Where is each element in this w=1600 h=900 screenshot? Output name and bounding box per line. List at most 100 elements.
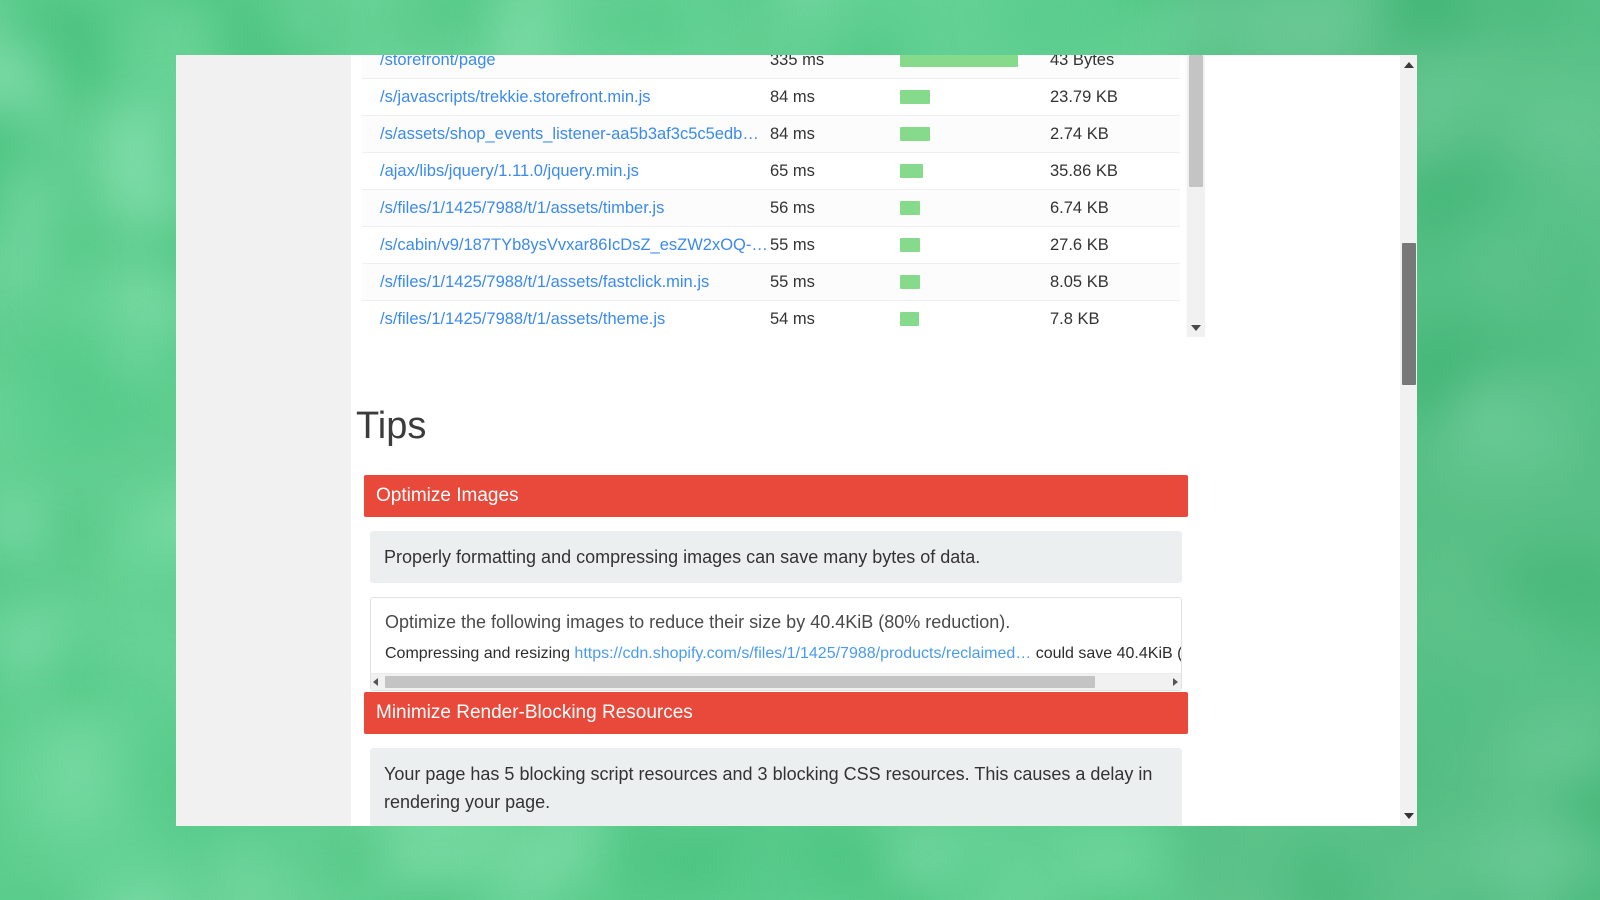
resource-duration-bar: [900, 201, 920, 215]
resource-url-link[interactable]: /storefront/page: [380, 55, 496, 70]
resource-size-cell: 35.86 KB: [1050, 152, 1180, 190]
background-tile: [948, 836, 1004, 900]
resource-size-cell: 8.05 KB: [1050, 263, 1180, 301]
tip-detail-suffix: could save 40.4KiB (80: [1035, 645, 1182, 662]
resource-url-link[interactable]: /s/files/1/1425/7988/t/1/assets/timber.j…: [380, 199, 664, 218]
resource-url-cell: /storefront/page: [362, 55, 770, 79]
background-tile: [220, 836, 271, 900]
resource-size-value: 23.79 KB: [1050, 88, 1118, 106]
background-tile: [388, 836, 481, 900]
resource-size-value: 7.8 KB: [1050, 310, 1100, 328]
background-tile: [1060, 892, 1188, 900]
window-scrollbar-thumb[interactable]: [1402, 243, 1416, 385]
resource-table-scrollbar[interactable]: [1186, 55, 1205, 337]
resource-url-cell: /s/files/1/1425/7988/t/1/assets/timber.j…: [362, 189, 770, 227]
resource-time-cell: 84 ms: [770, 115, 900, 153]
resource-table-panel: /storefront/page 335 ms 43 Bytes/s/javascr…: [362, 55, 1186, 337]
triangle-down-icon[interactable]: [1187, 321, 1205, 335]
resource-time-cell: 54 ms: [770, 300, 900, 337]
background-tile: [500, 836, 585, 900]
resource-time-value: 84 ms: [770, 125, 815, 143]
tip-header-optimize-images[interactable]: Optimize Images: [364, 475, 1188, 517]
tip-detail-resource-link[interactable]: https://cdn.shopify.com/s/files/1/1425/7…: [574, 645, 1031, 662]
background-tile: [108, 892, 179, 900]
resource-table: /storefront/page 335 ms 43 Bytes/s/javascr…: [362, 55, 1180, 337]
background-tile: [52, 836, 185, 900]
resource-duration-bar: [900, 90, 930, 104]
resource-table-scrollbar-thumb[interactable]: [1189, 55, 1203, 187]
resource-time-value: 55 ms: [770, 236, 815, 254]
resource-url-cell: /s/assets/shop_events_listener-aa5b3af3c…: [362, 115, 770, 153]
background-tile: [52, 668, 103, 724]
resource-size-value: 35.86 KB: [1050, 162, 1118, 180]
background-tile: [276, 0, 329, 48]
background-tile: [0, 892, 72, 900]
resource-url-cell: /ajax/libs/jquery/1.11.0/jquery.min.js: [362, 152, 770, 190]
resource-size-cell: 43 Bytes: [1050, 55, 1180, 79]
resource-url-cell: /s/files/1/1425/7988/t/1/assets/theme.js: [362, 300, 770, 337]
resource-url-link[interactable]: /s/files/1/1425/7988/t/1/assets/fastclic…: [380, 273, 709, 292]
tip-detail-heading: Optimize the following images to reduce …: [385, 612, 1011, 632]
resource-time-value: 335 ms: [770, 55, 825, 69]
resource-duration-bar: [900, 127, 930, 141]
background-tile: [444, 0, 497, 39]
resource-url-cell: /s/files/1/1425/7988/t/1/assets/fastclic…: [362, 263, 770, 301]
resource-time-cell: 65 ms: [770, 152, 900, 190]
resource-duration-bar: [900, 238, 920, 252]
table-row: /s/cabin/v9/187TYb8ysVvxar86IcDsZ_esZW2x…: [362, 226, 1180, 264]
resource-url-link[interactable]: /s/cabin/v9/187TYb8ysVvxar86IcDsZ_esZW2x…: [380, 236, 768, 255]
resource-duration-bar: [900, 275, 920, 289]
resource-size-value: 8.05 KB: [1050, 273, 1109, 291]
resource-size-value: 43 Bytes: [1050, 55, 1115, 69]
background-tile: [612, 892, 736, 900]
resource-url-link[interactable]: /s/files/1/1425/7988/t/1/assets/theme.js: [380, 310, 665, 329]
background-tile: [556, 892, 606, 900]
resource-duration-bar: [900, 55, 1018, 67]
resource-table-body: /storefront/page 335 ms 43 Bytes/s/javascr…: [362, 55, 1180, 337]
table-row: /s/files/1/1425/7988/t/1/assets/theme.js…: [362, 300, 1180, 337]
background-tile: [724, 0, 786, 16]
table-row: /storefront/page 335 ms 43 Bytes: [362, 55, 1180, 79]
resource-time-value: 84 ms: [770, 88, 815, 106]
triangle-down-icon[interactable]: [1400, 810, 1417, 822]
resource-url-cell: /s/javascripts/trekkie.storefront.min.js: [362, 78, 770, 116]
page-title: Tips: [356, 405, 427, 447]
resource-url-link[interactable]: /s/javascripts/trekkie.storefront.min.js: [380, 88, 651, 107]
resource-url-link[interactable]: /s/assets/shop_events_listener-aa5b3af3c…: [380, 125, 759, 144]
resource-size-value: 2.74 KB: [1050, 125, 1109, 143]
tip-block-optimize-images: Optimize Images Properly formatting and …: [364, 475, 1188, 691]
resource-time-value: 56 ms: [770, 199, 815, 217]
resource-time-value: 65 ms: [770, 162, 815, 180]
triangle-left-icon[interactable]: [373, 678, 378, 686]
tip-summary-optimize-images: Properly formatting and compressing imag…: [370, 531, 1182, 583]
resource-bar-cell: [900, 263, 1050, 301]
window-scrollbar[interactable]: [1400, 55, 1417, 826]
tip-block-minimize-render-blocking: Minimize Render-Blocking Resources Your …: [364, 692, 1188, 826]
tip-detail-optimize-images: Optimize the following images to reduce …: [370, 597, 1182, 691]
tip-detail-item: Compressing and resizing https://cdn.sho…: [371, 633, 1181, 673]
resource-time-cell: 55 ms: [770, 263, 900, 301]
tip-header-minimize-render-blocking[interactable]: Minimize Render-Blocking Resources: [364, 692, 1188, 734]
resource-time-cell: 84 ms: [770, 78, 900, 116]
resource-bar-cell: [900, 189, 1050, 227]
background-tile: [0, 556, 59, 617]
background-tile: [332, 892, 397, 900]
tip-detail-scrollbar-thumb[interactable]: [385, 676, 1095, 688]
tip-detail-prefix: Compressing and resizing: [385, 645, 575, 662]
tip-detail-horizontal-scrollbar[interactable]: [371, 673, 1181, 690]
resource-size-cell: 2.74 KB: [1050, 115, 1180, 153]
resource-time-value: 54 ms: [770, 310, 815, 328]
resource-bar-cell: [900, 115, 1050, 153]
background-tile: [52, 388, 187, 440]
resource-bar-cell: [900, 152, 1050, 190]
resource-time-cell: 56 ms: [770, 189, 900, 227]
triangle-right-icon[interactable]: [1173, 678, 1178, 686]
resource-size-cell: 7.8 KB: [1050, 300, 1180, 337]
background-tile: [0, 836, 19, 900]
resource-duration-bar: [900, 164, 923, 178]
tip-summary-minimize-render-blocking: Your page has 5 blocking script resource…: [370, 748, 1182, 826]
resource-url-link[interactable]: /ajax/libs/jquery/1.11.0/jquery.min.js: [380, 162, 639, 181]
resource-duration-bar: [900, 312, 919, 326]
background-tile: [332, 836, 378, 900]
triangle-up-icon[interactable]: [1400, 59, 1417, 71]
